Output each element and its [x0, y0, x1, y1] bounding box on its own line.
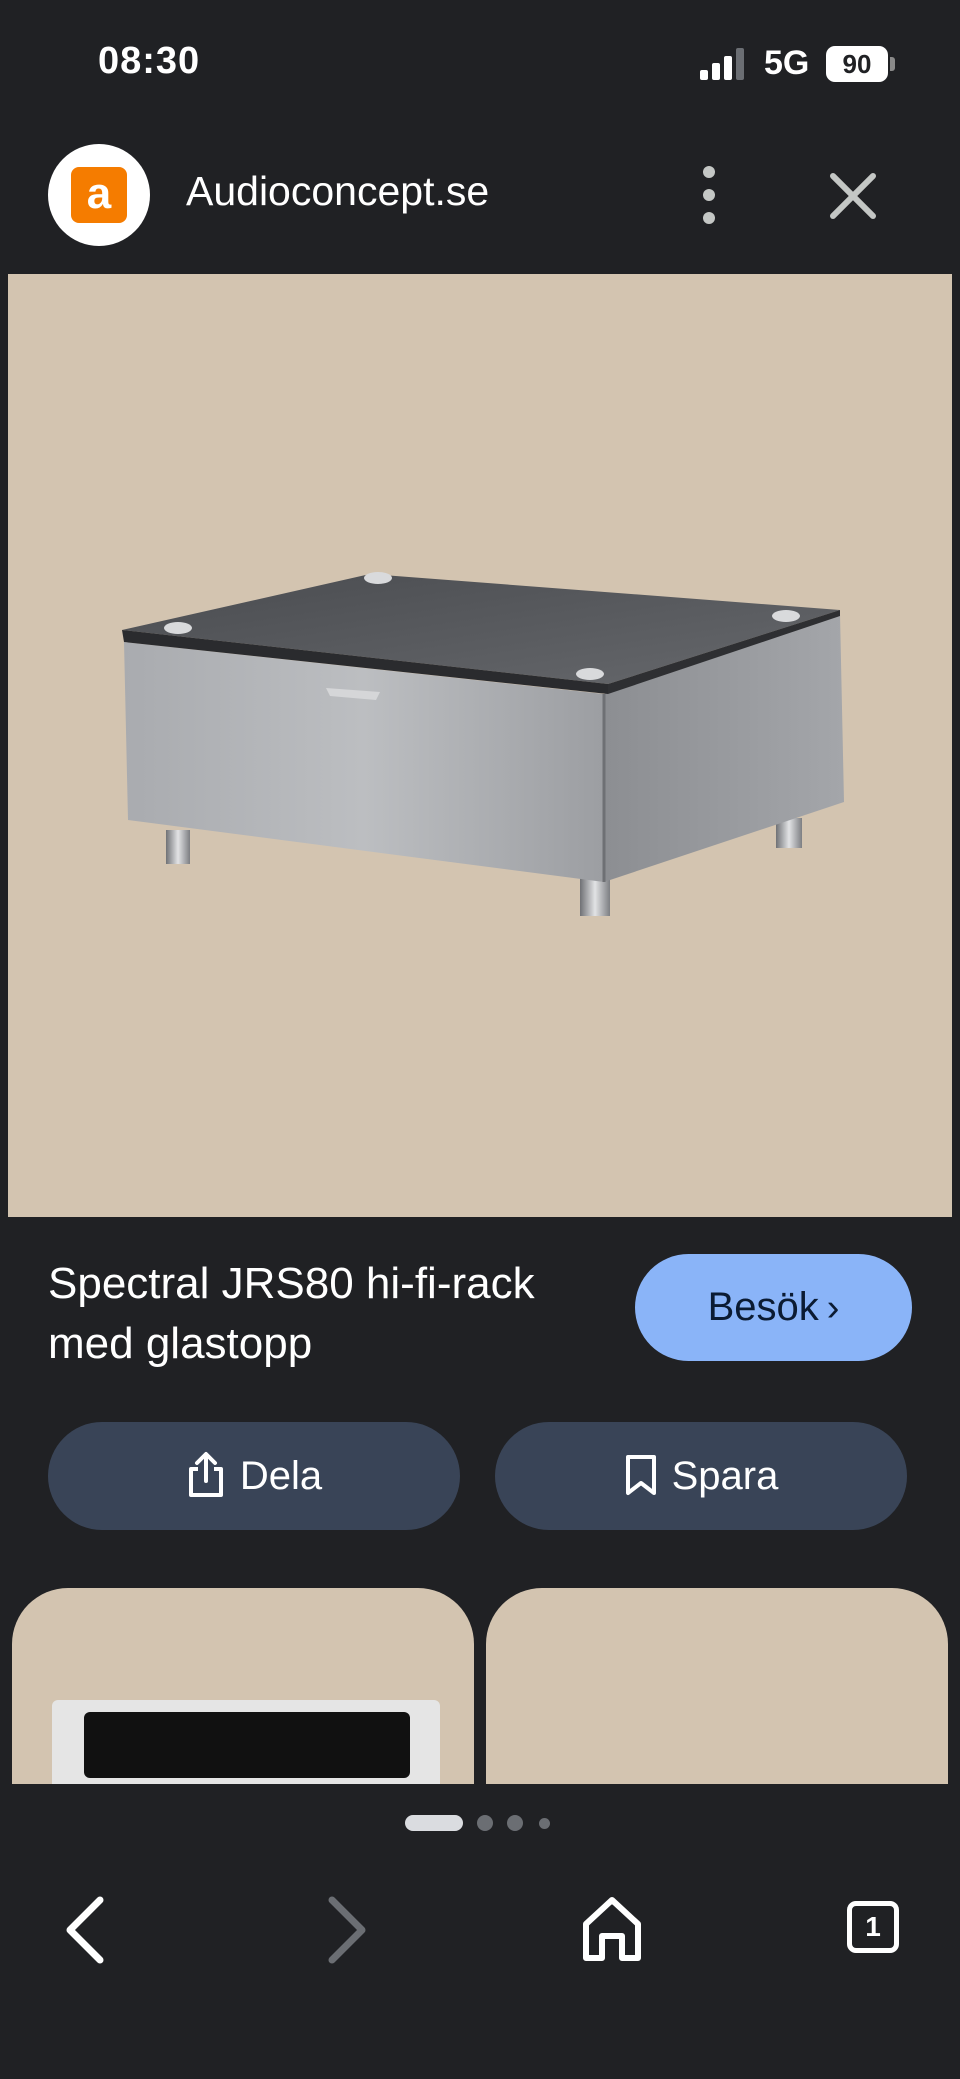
battery-indicator: 90 [826, 46, 898, 82]
bottom-nav: 1 [0, 1880, 960, 1980]
site-avatar[interactable]: a [48, 144, 150, 246]
save-label: Spara [671, 1454, 779, 1498]
share-label: Dela [239, 1454, 323, 1498]
back-icon[interactable] [36, 1880, 136, 1980]
more-vert-icon[interactable] [684, 160, 734, 230]
bookmark-icon [625, 1455, 656, 1496]
home-icon[interactable] [562, 1880, 662, 1980]
site-logo: a [71, 167, 127, 223]
related-card[interactable] [486, 1588, 948, 1784]
tabs-button[interactable]: 1 [826, 1880, 926, 1980]
pager-dot [477, 1815, 493, 1831]
visit-button[interactable]: Besök › [635, 1254, 912, 1361]
status-time: 08:30 [98, 40, 201, 82]
battery-tip [890, 57, 895, 71]
share-icon [188, 1452, 223, 1498]
site-name[interactable]: Audioconcept.se [186, 168, 489, 215]
pager-dot [539, 1818, 550, 1829]
visit-label: Besök [707, 1285, 819, 1329]
pager-dots [0, 1810, 960, 1834]
share-button[interactable]: Dela [48, 1422, 460, 1530]
forward-icon[interactable] [296, 1880, 396, 1980]
related-card[interactable] [12, 1588, 474, 1784]
status-bar: 08:30 5G 90 [0, 0, 960, 120]
related-device-display [84, 1712, 410, 1778]
tabs-icon: 1 [847, 1901, 899, 1953]
screen: 08:30 5G 90 a Audioconcept.se Spectral J… [0, 0, 960, 2079]
signal-icon [700, 48, 744, 80]
pager-dot [507, 1815, 523, 1831]
pager-dot-active [405, 1815, 463, 1831]
hifi-rack-illustration [122, 572, 844, 916]
result-title: Spectral JRS80 hi-fi-rack med glastopp [48, 1259, 535, 1368]
viewer-header: a Audioconcept.se [0, 130, 960, 260]
save-button[interactable]: Spara [495, 1422, 907, 1530]
related-results [0, 1588, 960, 1784]
chevron-right-icon: › [826, 1287, 840, 1329]
product-image[interactable] [8, 274, 952, 1217]
network-label: 5G [764, 44, 810, 82]
close-icon[interactable] [818, 164, 888, 228]
battery-level: 90 [826, 46, 888, 82]
